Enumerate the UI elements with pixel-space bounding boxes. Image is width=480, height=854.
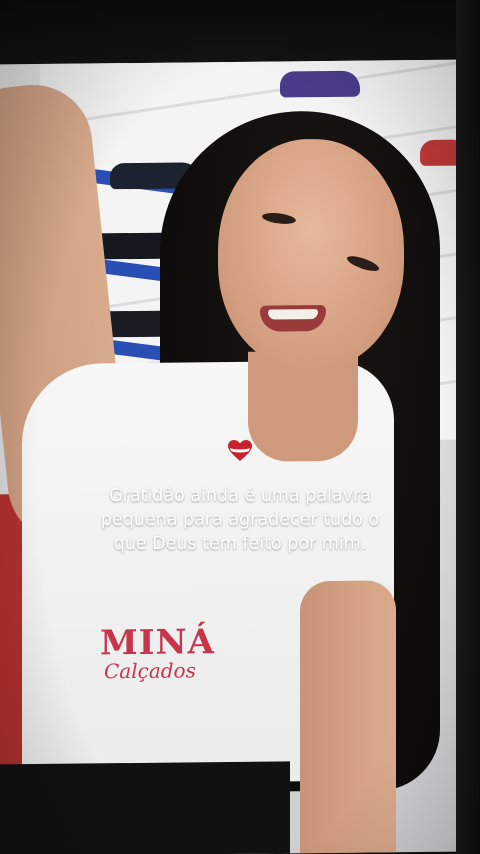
right-edge (456, 0, 480, 854)
shoe (280, 70, 360, 98)
story-caption: Gratidão ainda é uma palavra pequena par… (100, 486, 380, 554)
story-viewer: MINÁ Calçados Gratidão ainda é uma palav… (0, 0, 480, 854)
caption-overlay: Gratidão ainda é uma palavra pequena par… (40, 440, 440, 556)
pants (0, 761, 290, 854)
teeth (268, 309, 318, 320)
shirt-logo-main: MINÁ (100, 622, 215, 664)
heart-icon (228, 440, 252, 461)
shirt-logo: MINÁ Calçados (100, 622, 215, 683)
face (218, 138, 404, 371)
arm (300, 580, 396, 854)
shoe (420, 139, 458, 166)
